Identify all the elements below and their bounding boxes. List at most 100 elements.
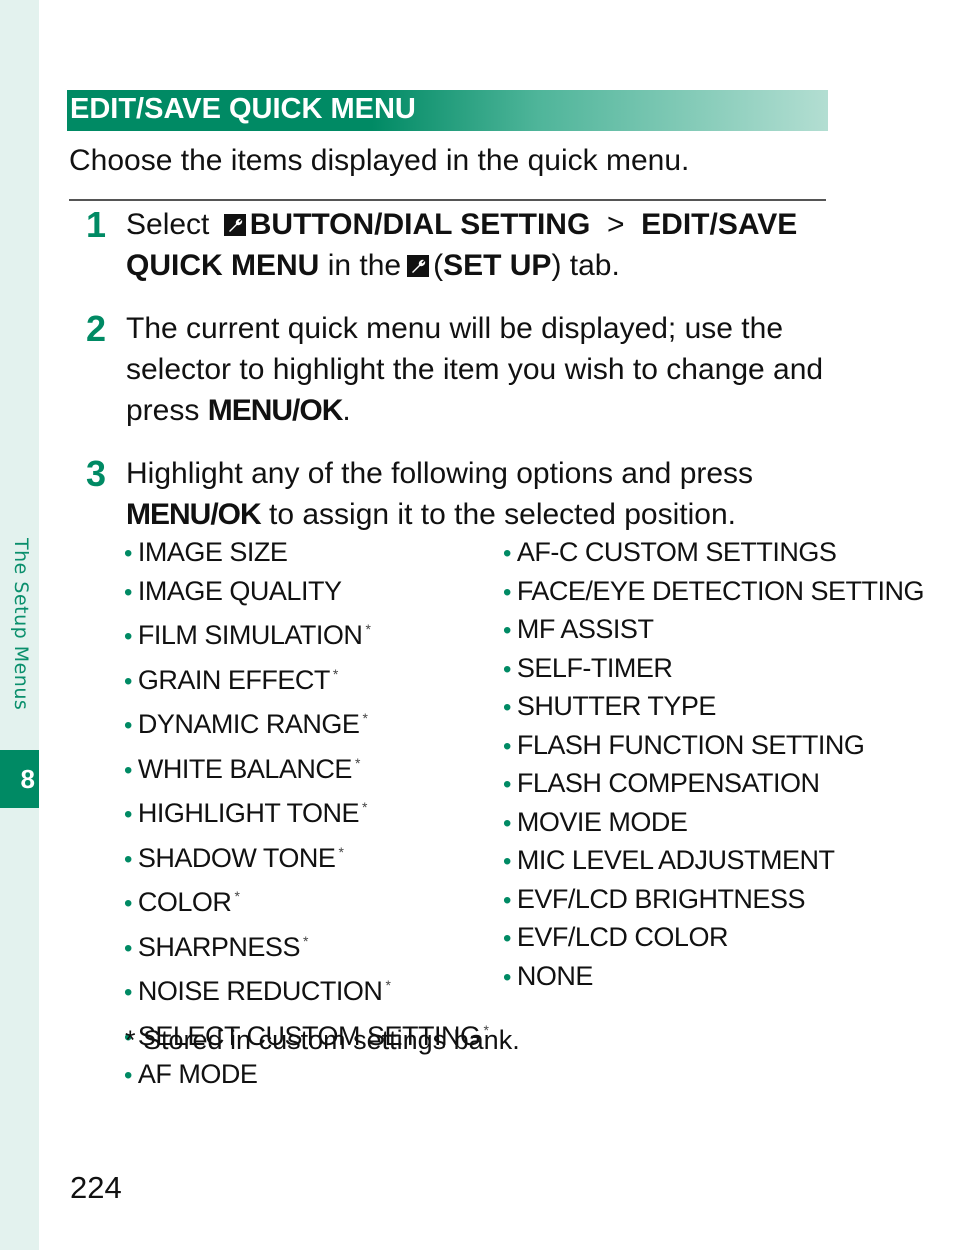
bullet-icon: •	[124, 756, 132, 784]
option-item: • IMAGE QUALITY	[124, 573, 494, 612]
option-label: AF-C CUSTOM SETTINGS	[516, 537, 837, 567]
option-label: COLOR	[137, 887, 232, 917]
option-label: SHARPNESS	[137, 931, 301, 962]
option-label: FLASH FUNCTION SETTING	[516, 729, 865, 760]
option-item: • NOISE REDUCTION *	[124, 967, 494, 1012]
step-number: 3	[86, 453, 107, 494]
options-list-right: • AF-C CUSTOM SETTINGS • FACE/EYE DETECTION…	[503, 534, 924, 997]
option-label: FILM SIMULATION	[137, 620, 363, 650]
option-label: EVF/LCD BRIGHTNESS	[516, 883, 806, 914]
option-item: • EVF/LCD COLOR	[503, 919, 843, 958]
option-label: NOISE REDUCTION	[137, 976, 383, 1006]
bullet-icon: •	[503, 886, 511, 914]
option-label: SHADOW TONE	[137, 842, 336, 873]
section-heading-bar: EDIT/SAVE QUICK MENU	[67, 90, 828, 131]
bullet-icon: •	[503, 540, 511, 567]
bullet-icon: •	[503, 694, 511, 721]
option-label: IMAGE QUALITY	[137, 575, 342, 606]
menu-ok-button-label: MENU/OK	[207, 394, 344, 427]
step-number: 1	[86, 204, 107, 245]
bullet-icon: •	[124, 712, 132, 739]
sidebar: The Setup Menus 8	[0, 0, 39, 1250]
bullet-icon: •	[503, 925, 511, 952]
bullet-icon: •	[503, 809, 511, 837]
option-item: • WHITE BALANCE *	[124, 745, 494, 790]
bullet-icon: •	[124, 578, 132, 606]
option-item: • MIC LEVEL ADJUSTMENT	[503, 842, 843, 881]
bullet-icon: •	[503, 578, 511, 606]
bullet-icon: •	[124, 540, 132, 567]
step-text-part: in the	[327, 249, 402, 282]
option-label: HIGHLIGHT TONE	[137, 798, 360, 828]
option-label: FACE/EYE DETECTION SETTING	[516, 575, 925, 606]
option-item: • MOVIE MODE	[503, 804, 843, 843]
option-item: • FLASH COMPENSATION	[503, 765, 843, 804]
option-item: • GRAIN EFFECT *	[124, 656, 494, 701]
section-label: The Setup Menus	[10, 538, 32, 711]
bullet-icon: •	[124, 979, 132, 1006]
step-text-part: Highlight any of the following options a…	[126, 457, 754, 490]
chapter-tab[interactable]: 8	[0, 750, 39, 808]
bullet-icon: •	[124, 890, 132, 917]
option-item: • AF-C CUSTOM SETTINGS	[503, 534, 843, 573]
divider	[69, 199, 826, 201]
option-label: EVF/LCD COLOR	[516, 922, 729, 952]
step-number: 2	[86, 308, 107, 349]
tab-name: SET UP	[443, 249, 552, 282]
step-text: Highlight any of the following options a…	[126, 453, 826, 535]
step-text: Select BUTTON/DIAL SETTING > EDIT/SAVE Q…	[126, 204, 826, 286]
option-item: • MF ASSIST	[503, 611, 843, 650]
bullet-icon: •	[503, 655, 511, 683]
option-item: • DYNAMIC RANGE *	[124, 700, 494, 745]
bullet-icon: •	[124, 801, 132, 828]
options-list-left: • IMAGE SIZE • IMAGE QUALITY • FILM SIMULATIO…	[124, 534, 494, 1095]
bullet-icon: •	[503, 617, 511, 644]
stored-marker: *	[361, 799, 367, 815]
stored-marker: *	[365, 621, 371, 637]
option-label: SHUTTER TYPE	[516, 691, 717, 721]
stored-marker: *	[302, 932, 308, 949]
bullet-icon: •	[503, 848, 511, 875]
bullet-icon: •	[503, 732, 511, 760]
option-label: MF ASSIST	[516, 614, 654, 644]
step-text-part: Select	[126, 208, 210, 241]
option-item: • COLOR *	[124, 878, 494, 923]
option-item: • FLASH FUNCTION SETTING	[503, 727, 865, 766]
section-title: EDIT/SAVE QUICK MENU	[70, 93, 416, 125]
option-label: IMAGE SIZE	[137, 537, 288, 567]
step-text-part: ) tab.	[551, 249, 620, 282]
bullet-icon: •	[124, 667, 132, 695]
menu-path-1: BUTTON/DIAL SETTING	[249, 208, 591, 241]
option-label: NONE	[516, 960, 594, 991]
option-label: WHITE BALANCE	[137, 753, 353, 784]
step-text: The current quick menu will be displayed…	[126, 308, 826, 431]
option-item: • FACE/EYE DETECTION SETTING	[503, 573, 924, 612]
option-item: • SHARPNESS *	[124, 923, 494, 968]
option-item: • HIGHLIGHT TONE *	[124, 789, 494, 834]
stored-marker: *	[362, 710, 368, 726]
bullet-icon: •	[124, 845, 132, 873]
bullet-icon: •	[503, 963, 511, 991]
intro-text: Choose the items displayed in the quick …	[69, 144, 690, 177]
step-text-part: to assign it to the selected position.	[269, 498, 736, 531]
stored-marker: *	[354, 754, 360, 771]
bullet-icon: •	[124, 1062, 132, 1089]
stored-marker: *	[338, 843, 344, 860]
option-item: • SHADOW TONE *	[124, 834, 494, 879]
option-item: • IMAGE SIZE	[124, 534, 494, 573]
footnote: * Stored in custom settings bank.	[125, 1025, 520, 1055]
option-item: • SELF-TIMER	[503, 650, 843, 689]
option-label: SELF-TIMER	[516, 652, 673, 683]
option-label: DYNAMIC RANGE	[137, 709, 360, 739]
path-separator: >	[606, 208, 625, 241]
stored-marker: *	[385, 977, 391, 993]
bullet-icon: •	[124, 623, 132, 650]
option-label: MOVIE MODE	[516, 806, 688, 837]
option-label: GRAIN EFFECT	[137, 664, 331, 695]
option-item: • SHUTTER TYPE	[503, 688, 843, 727]
bullet-icon: •	[503, 771, 511, 798]
option-item: • NONE	[503, 958, 843, 997]
wrench-icon	[223, 214, 246, 236]
option-item: • EVF/LCD BRIGHTNESS	[503, 881, 843, 920]
wrench-icon	[407, 255, 430, 277]
